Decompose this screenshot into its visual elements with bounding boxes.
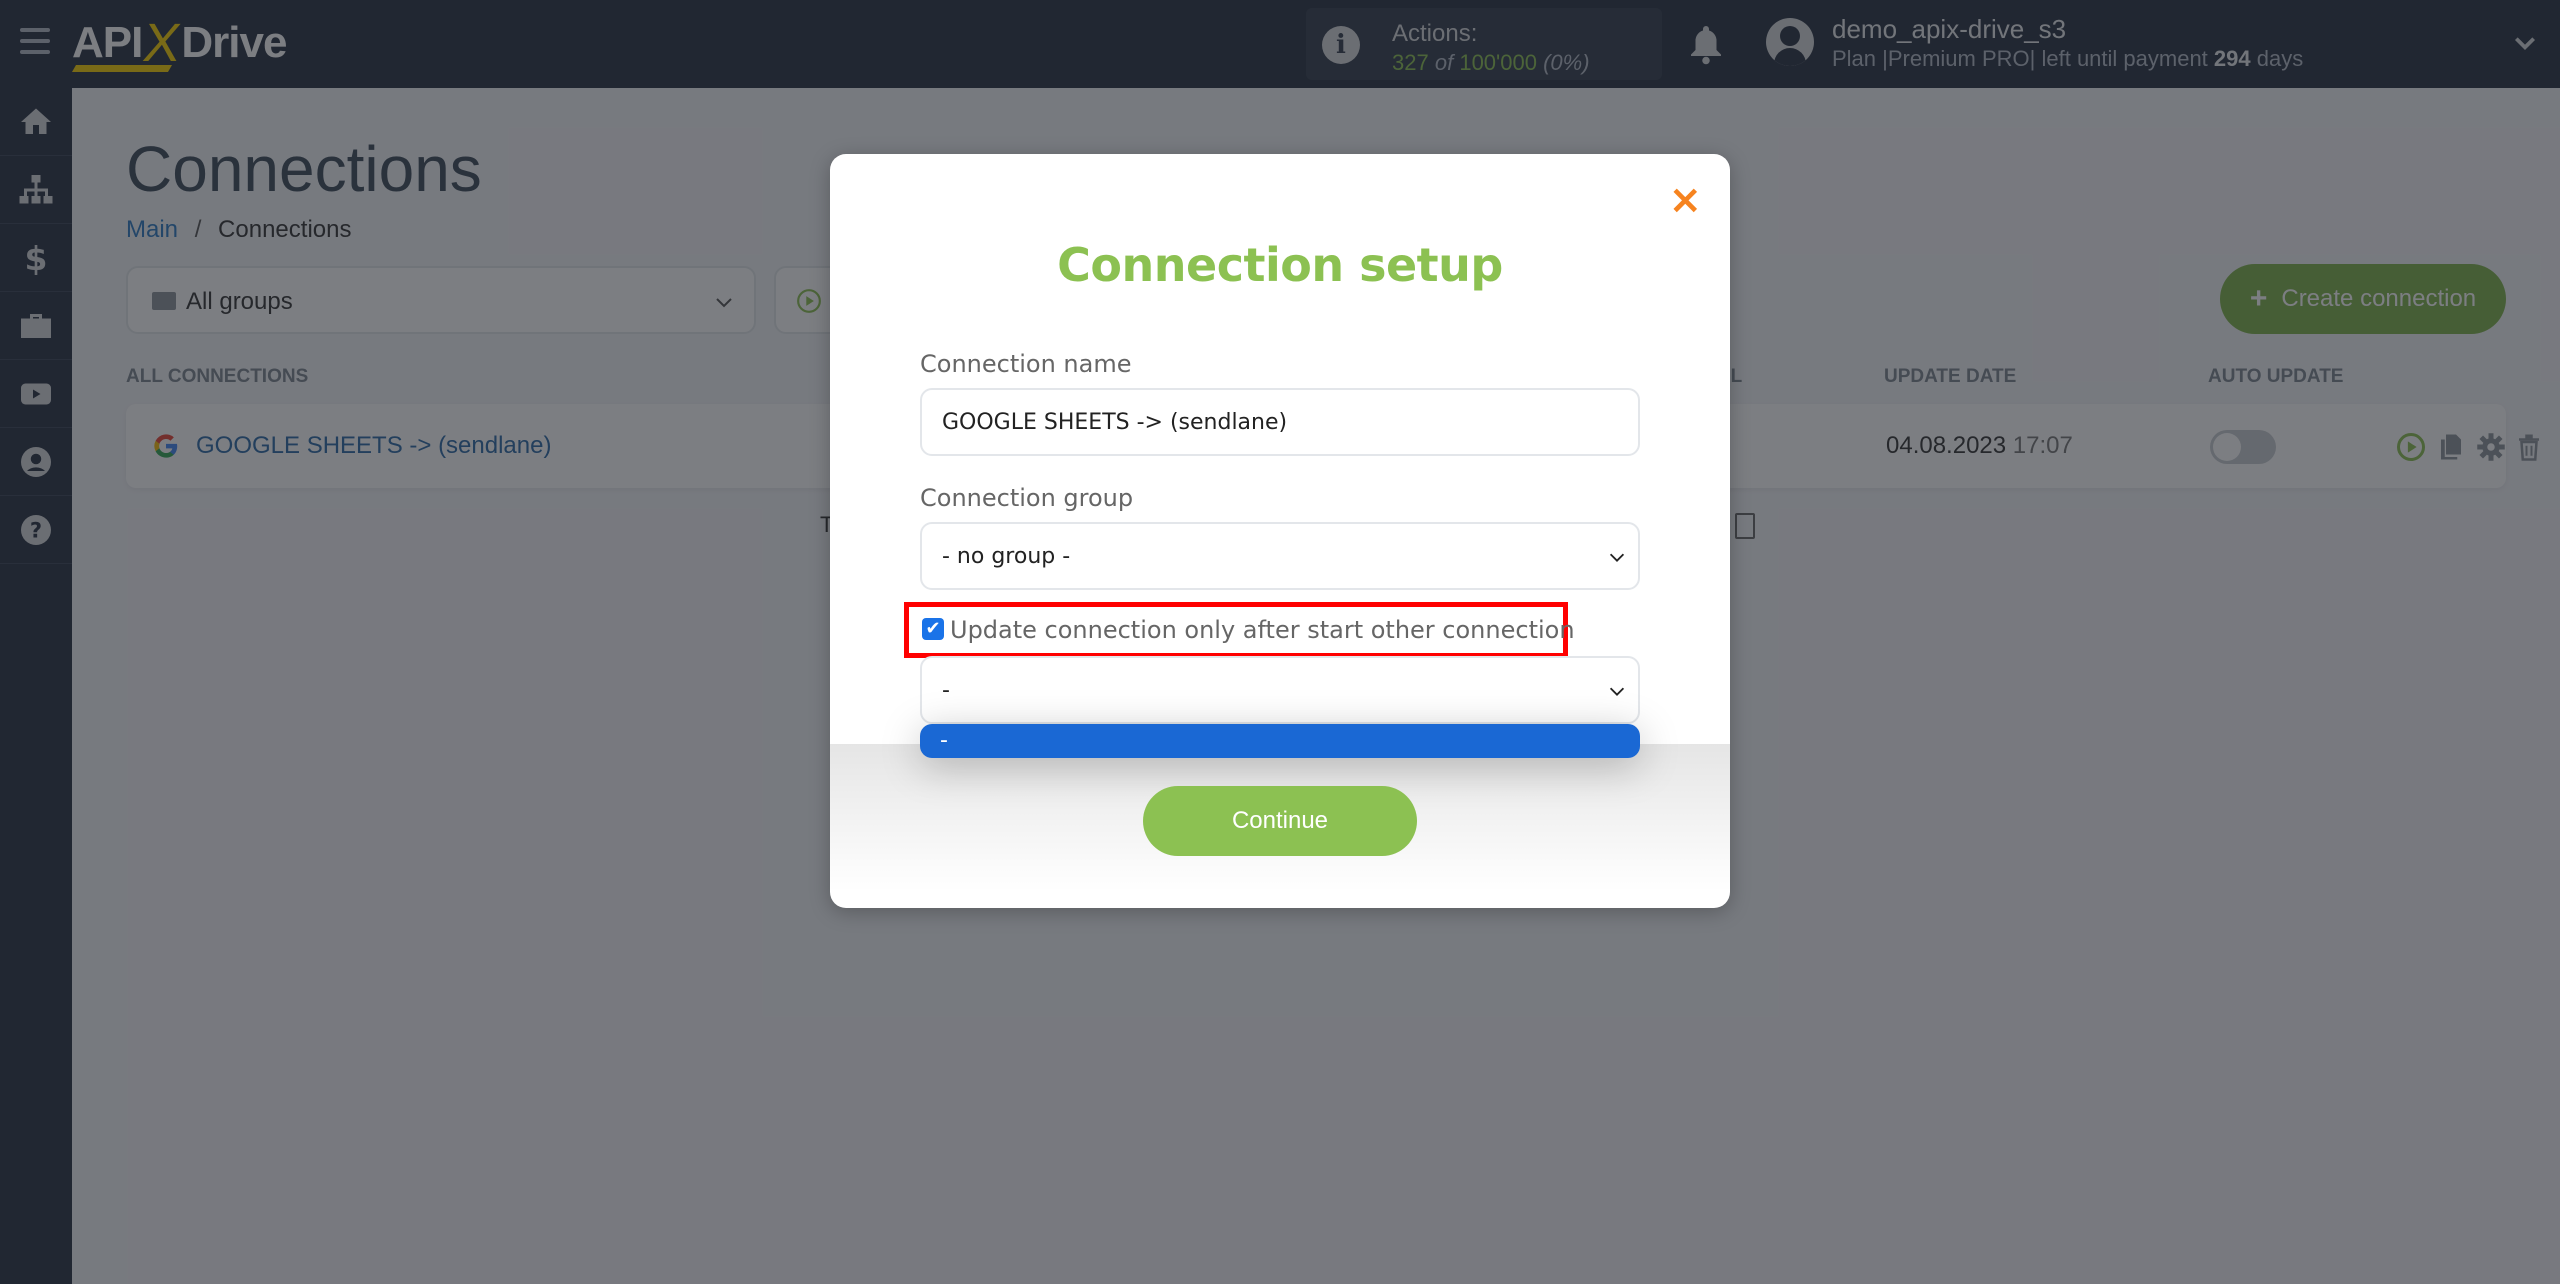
dependency-option[interactable]: - [940, 728, 948, 753]
connection-group-value: - no group - [942, 544, 1071, 569]
modal-title: Connection setup [1057, 238, 1503, 292]
connection-name-input[interactable]: GOOGLE SHEETS -> (sendlane) [920, 388, 1640, 456]
dependency-checkbox[interactable]: ✔ [922, 618, 944, 640]
dependency-checkbox-label[interactable]: Update connection only after start other… [950, 616, 1575, 644]
continue-button[interactable]: Continue [1143, 786, 1417, 856]
connection-setup-modal: × Connection setup Connection name GOOGL… [830, 154, 1730, 908]
close-icon[interactable]: × [1668, 180, 1702, 220]
chevron-down-icon [1609, 687, 1625, 696]
connection-group-select[interactable]: - no group - [920, 522, 1640, 590]
dependency-options-list[interactable]: - [920, 724, 1640, 758]
connection-group-label: Connection group [920, 484, 1134, 512]
chevron-down-icon [1609, 553, 1625, 562]
dependency-connection-select[interactable]: - [920, 656, 1640, 724]
dependency-select-value: - [942, 678, 950, 703]
connection-name-label: Connection name [920, 350, 1132, 378]
connection-name-value: GOOGLE SHEETS -> (sendlane) [942, 410, 1288, 435]
